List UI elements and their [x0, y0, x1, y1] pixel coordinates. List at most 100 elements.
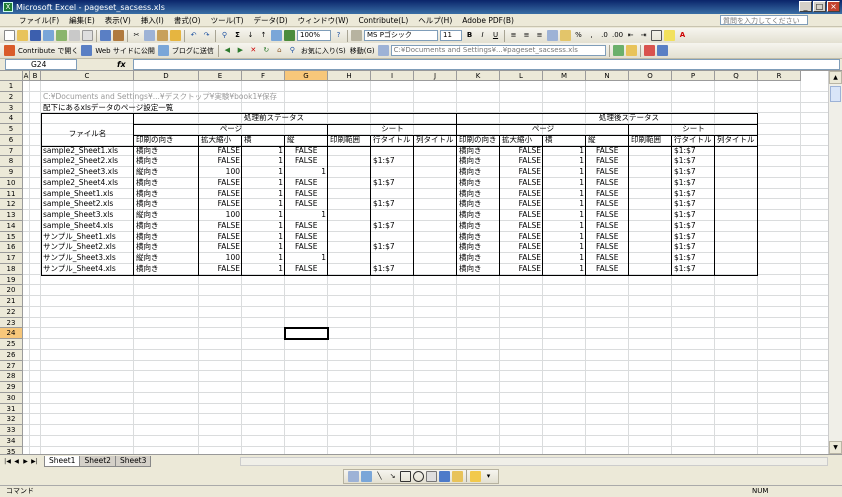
- column-header[interactable]: C: [41, 71, 134, 81]
- address-field[interactable]: C:¥Documents and Settings¥...¥pageset_sa…: [390, 45, 606, 56]
- arrow-icon[interactable]: ↘: [387, 471, 398, 482]
- open-icon[interactable]: [17, 30, 28, 41]
- blog-post-button[interactable]: ブログに送信: [170, 46, 216, 56]
- bold-icon[interactable]: B: [464, 30, 475, 41]
- prev-sheet-icon[interactable]: ◀: [12, 458, 21, 465]
- row-header[interactable]: 3: [0, 102, 23, 114]
- row-header[interactable]: 17: [0, 253, 23, 264]
- row-header[interactable]: 31: [0, 403, 23, 415]
- row-header[interactable]: 10: [0, 177, 23, 189]
- row-header[interactable]: 2: [0, 91, 23, 103]
- vertical-scrollbar[interactable]: ▲ ▼: [828, 71, 842, 454]
- row-header[interactable]: 23: [0, 317, 23, 329]
- currency-icon[interactable]: [560, 30, 571, 41]
- pdf-settings-icon[interactable]: [656, 45, 668, 56]
- align-right-icon[interactable]: ≡: [534, 30, 545, 41]
- column-header[interactable]: O: [629, 71, 672, 81]
- first-sheet-icon[interactable]: |◀: [3, 458, 12, 465]
- hyperlink-icon[interactable]: ⚲: [219, 30, 230, 41]
- row-header[interactable]: 34: [0, 435, 23, 447]
- column-header[interactable]: Q: [715, 71, 758, 81]
- row-header[interactable]: 30: [0, 392, 23, 404]
- select-all-corner[interactable]: [0, 71, 23, 81]
- line-icon[interactable]: ╲: [374, 471, 385, 482]
- column-header[interactable]: D: [134, 71, 199, 81]
- scroll-down-icon[interactable]: ▼: [829, 441, 842, 454]
- column-header[interactable]: F: [242, 71, 285, 81]
- forward-icon[interactable]: ▶: [235, 45, 246, 56]
- contribute-open-button[interactable]: Contribute で開く: [16, 46, 80, 56]
- clipart-icon[interactable]: [452, 470, 463, 482]
- last-sheet-icon[interactable]: ▶|: [30, 458, 39, 465]
- row-header[interactable]: 5: [0, 124, 23, 135]
- column-header[interactable]: K: [457, 71, 500, 81]
- row-header[interactable]: 8: [0, 156, 23, 167]
- comma-icon[interactable]: ,: [586, 30, 597, 41]
- row-header[interactable]: 29: [0, 382, 23, 393]
- tab-sheet2[interactable]: Sheet2: [79, 455, 116, 467]
- select-objects-icon[interactable]: [348, 470, 359, 482]
- move-menu[interactable]: 移動(G): [348, 46, 377, 56]
- font-size-select[interactable]: 11: [440, 30, 462, 41]
- sort-desc-icon[interactable]: ↑: [258, 30, 269, 41]
- name-box[interactable]: G24: [5, 59, 77, 70]
- row-header[interactable]: 4: [0, 113, 23, 124]
- pdf-review-icon[interactable]: [643, 45, 655, 56]
- row-header[interactable]: 35: [0, 446, 23, 454]
- tab-sheet3[interactable]: Sheet3: [114, 455, 152, 467]
- menu-help[interactable]: ヘルプ(H): [413, 15, 457, 26]
- borders-icon[interactable]: [651, 30, 662, 41]
- increase-decimal-icon[interactable]: .0: [599, 30, 610, 41]
- menu-data[interactable]: データ(D): [249, 15, 293, 26]
- row-header[interactable]: 20: [0, 285, 23, 296]
- column-header[interactable]: I: [371, 71, 414, 81]
- scroll-up-icon[interactable]: ▲: [829, 71, 842, 84]
- font-color-icon[interactable]: A: [677, 30, 688, 41]
- row-header[interactable]: 33: [0, 425, 23, 436]
- column-header[interactable]: G: [285, 71, 328, 81]
- paste-icon[interactable]: [157, 30, 168, 41]
- italic-icon[interactable]: I: [477, 30, 488, 41]
- maximize-button[interactable]: □: [813, 1, 826, 12]
- menu-file[interactable]: ファイル(F): [14, 15, 64, 26]
- help-icon[interactable]: ?: [333, 30, 344, 41]
- search-web-icon[interactable]: ⚲: [287, 45, 298, 56]
- menu-edit[interactable]: 編集(E): [64, 15, 100, 26]
- row-header[interactable]: 11: [0, 188, 23, 200]
- menu-insert[interactable]: 挿入(I): [136, 15, 169, 26]
- row-header[interactable]: 18: [0, 263, 23, 275]
- increase-indent-icon[interactable]: ⇥: [638, 30, 649, 41]
- rectangle-icon[interactable]: [400, 470, 411, 482]
- formula-input[interactable]: [133, 59, 840, 70]
- permission-icon[interactable]: [43, 30, 54, 41]
- spelling-icon[interactable]: [100, 30, 111, 41]
- minimize-button[interactable]: _: [799, 1, 812, 12]
- excel-app-icon[interactable]: X: [3, 2, 13, 12]
- help-search-input[interactable]: 質問を入力してください: [720, 15, 808, 25]
- textbox-icon[interactable]: [426, 470, 437, 482]
- fx-icon[interactable]: fx: [117, 60, 127, 69]
- align-center-icon[interactable]: ≡: [521, 30, 532, 41]
- publish-icon[interactable]: [81, 45, 93, 56]
- menu-window[interactable]: ウィンドウ(W): [293, 15, 354, 26]
- column-header[interactable]: E: [199, 71, 242, 81]
- column-header[interactable]: L: [500, 71, 543, 81]
- pdf-email-icon[interactable]: [625, 45, 637, 56]
- row-header[interactable]: 6: [0, 134, 23, 146]
- publish-web-button[interactable]: Web サイドに公開: [93, 46, 157, 56]
- column-header[interactable]: M: [543, 71, 586, 81]
- print-preview-icon[interactable]: [82, 30, 93, 41]
- font-name-select[interactable]: MS Pゴシック: [364, 30, 438, 41]
- column-header[interactable]: R: [758, 71, 801, 81]
- contribute-icon[interactable]: [4, 45, 15, 56]
- tab-sheet1[interactable]: Sheet1: [44, 455, 81, 467]
- cut-icon[interactable]: ✂: [131, 30, 142, 41]
- row-header[interactable]: 16: [0, 242, 23, 253]
- row-header[interactable]: 9: [0, 167, 23, 178]
- save-icon[interactable]: [30, 30, 41, 41]
- column-header[interactable]: A: [23, 71, 30, 81]
- menu-view[interactable]: 表示(V): [100, 15, 136, 26]
- row-header[interactable]: 15: [0, 231, 23, 243]
- align-left-icon[interactable]: ≡: [508, 30, 519, 41]
- column-header[interactable]: P: [672, 71, 715, 81]
